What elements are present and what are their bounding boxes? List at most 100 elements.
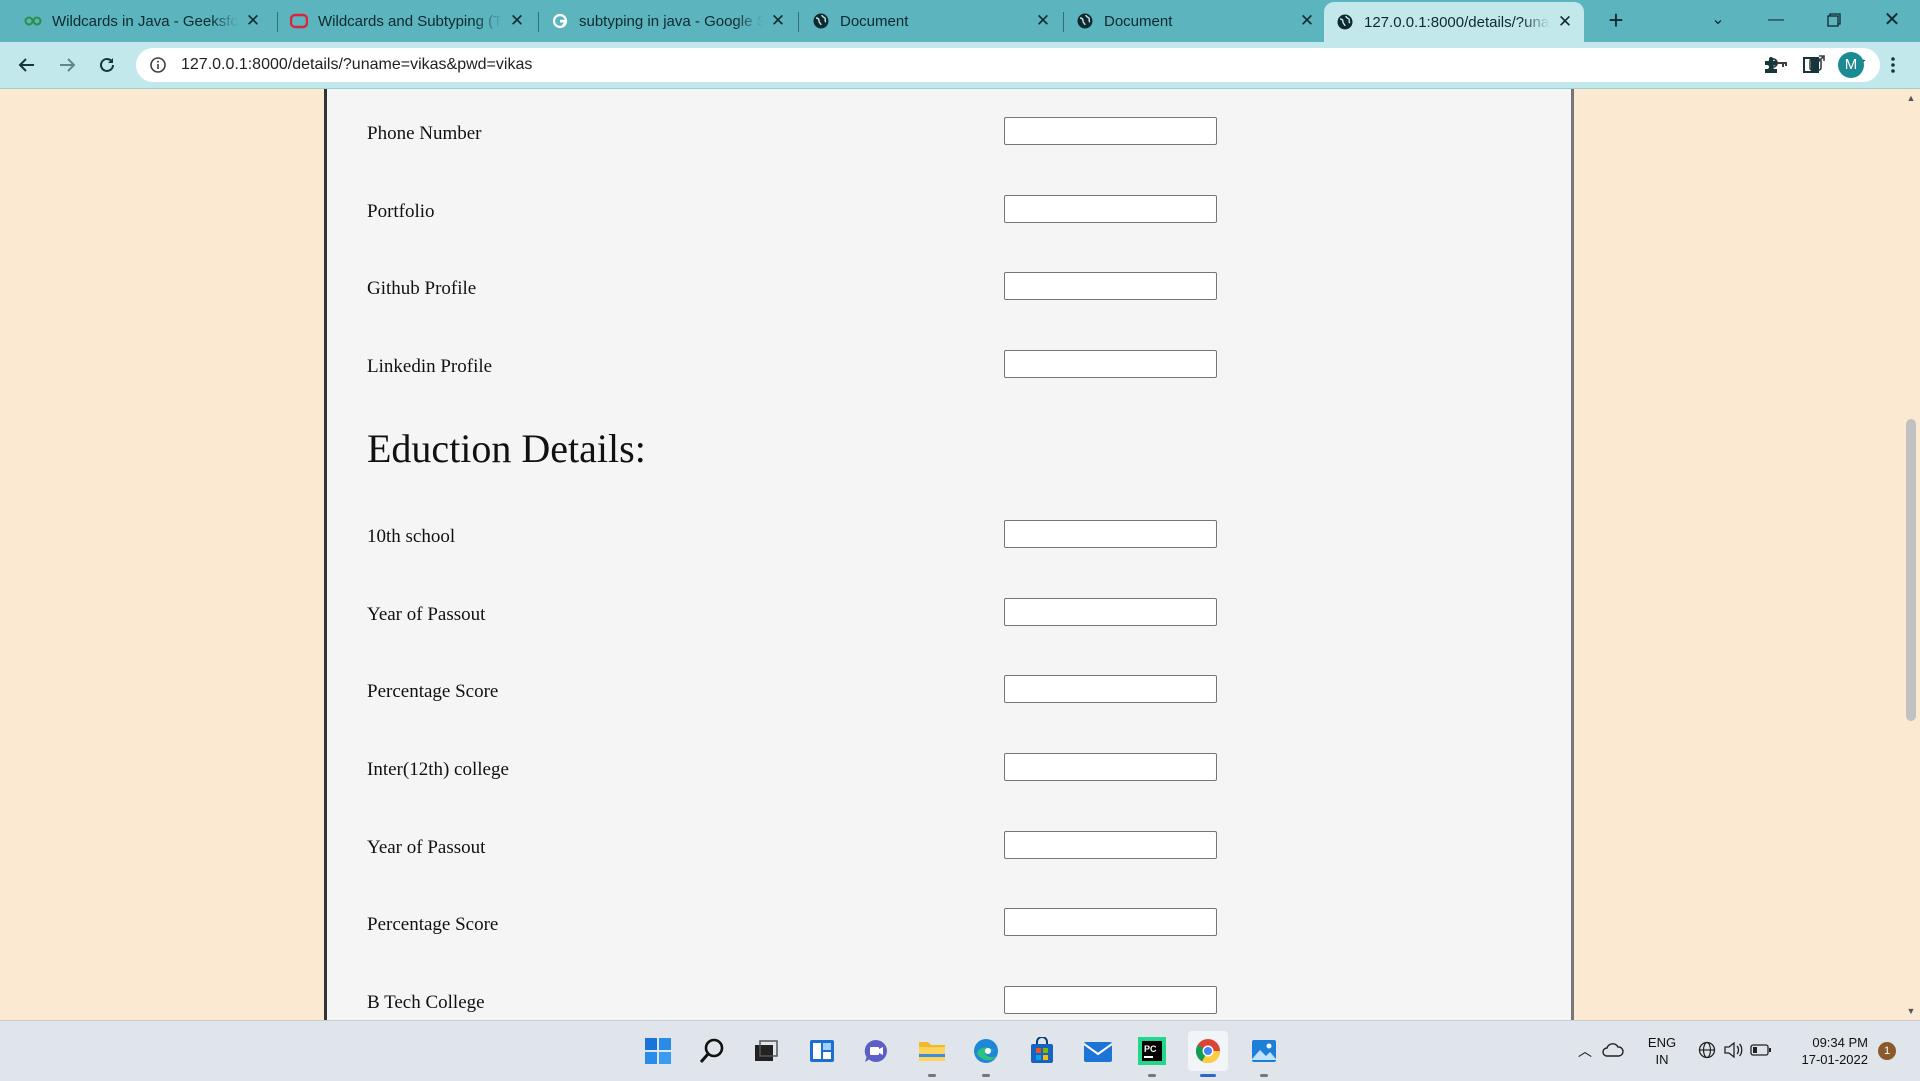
- form-row-inter-college: Inter(12th) college: [367, 753, 1367, 783]
- linkedin-profile-input[interactable]: [1004, 350, 1217, 378]
- form-row-github: Github Profile: [367, 272, 1367, 302]
- site-info-icon: [150, 57, 166, 73]
- form-row-linkedin: Linkedin Profile: [367, 350, 1367, 380]
- phone-number-input[interactable]: [1004, 117, 1217, 145]
- back-button[interactable]: [12, 50, 42, 80]
- forward-arrow-icon: [60, 58, 76, 72]
- opera-red-icon: [290, 12, 308, 30]
- tab-title: Wildcards and Subtyping (The Java: [318, 12, 502, 30]
- edge-browser-icon[interactable]: [966, 1031, 1006, 1077]
- close-tab-icon[interactable]: ✕: [1556, 12, 1574, 32]
- reload-button[interactable]: [92, 50, 122, 80]
- btech-college-input[interactable]: [1004, 986, 1217, 1014]
- scrollbar-thumb[interactable]: [1906, 419, 1916, 721]
- github-profile-input[interactable]: [1004, 272, 1217, 300]
- portfolio-input[interactable]: [1004, 195, 1217, 223]
- battery-icon[interactable]: [1746, 1043, 1776, 1059]
- start-windows-icon[interactable]: [638, 1031, 678, 1071]
- close-tab-icon[interactable]: ✕: [1034, 11, 1052, 31]
- tab-document-1[interactable]: Document ✕: [800, 4, 1062, 38]
- new-tab-button[interactable]: +: [1600, 6, 1632, 36]
- globe-icon: [812, 12, 830, 30]
- back-arrow-icon: [18, 58, 34, 72]
- running-indicator: [982, 1074, 990, 1077]
- kebab-menu-icon: [1891, 57, 1895, 73]
- profile-avatar[interactable]: M: [1836, 50, 1866, 80]
- close-tab-icon[interactable]: ✕: [1298, 11, 1316, 31]
- widgets-icon[interactable]: [802, 1031, 842, 1071]
- system-tray: ︿ ENG IN 09:34 PM 17-01-2022 1: [1572, 1021, 1896, 1081]
- svg-text:PC: PC: [1144, 1044, 1157, 1054]
- address-bar[interactable]: 127.0.0.1:8000/details/?uname=vikas&pwd=…: [136, 48, 1880, 82]
- field-label: Percentage Score: [367, 681, 499, 702]
- search-icon[interactable]: [692, 1031, 732, 1071]
- field-label: Year of Passout: [367, 837, 486, 858]
- field-label: Percentage Score: [367, 914, 499, 935]
- network-globe-icon[interactable]: [1694, 1041, 1720, 1062]
- inter-year-input[interactable]: [1004, 831, 1217, 859]
- tab-google-search[interactable]: subtyping in java - Google Search ✕: [539, 4, 797, 38]
- tab-wildcards-subtyping[interactable]: Wildcards and Subtyping (The Java ✕: [278, 4, 536, 38]
- file-explorer-icon[interactable]: [912, 1031, 952, 1077]
- close-tab-icon[interactable]: ✕: [508, 11, 526, 31]
- scroll-up-arrow-icon[interactable]: ▲: [1906, 93, 1916, 103]
- form-row-inter-year: Year of Passout: [367, 831, 1367, 861]
- tab-strip: Wildcards in Java - GeeksforGeeks ✕ Wild…: [0, 0, 1920, 42]
- forward-button[interactable]: [52, 50, 82, 80]
- active-indicator: [1200, 1074, 1216, 1077]
- clock[interactable]: 09:34 PM 17-01-2022: [1784, 1034, 1869, 1068]
- photos-icon[interactable]: [1244, 1031, 1284, 1077]
- restore-button[interactable]: [1806, 0, 1862, 42]
- notification-badge[interactable]: 1: [1878, 1042, 1896, 1060]
- tab-title: 127.0.0.1:8000/details/?uname=vikas: [1364, 13, 1550, 31]
- tab-title: Wildcards in Java - GeeksforGeeks: [52, 12, 238, 30]
- onedrive-cloud-icon[interactable]: [1598, 1042, 1628, 1061]
- tab-title: subtyping in java - Google Search: [579, 12, 763, 30]
- browser-menu-button[interactable]: [1878, 50, 1908, 80]
- browser-toolbar: 127.0.0.1:8000/details/?uname=vikas&pwd=…: [0, 42, 1920, 89]
- form-row-btech-college: B Tech College: [367, 986, 1367, 1016]
- mail-icon[interactable]: [1078, 1031, 1118, 1071]
- close-window-button[interactable]: ✕: [1864, 0, 1920, 42]
- tab-search-chevron-icon[interactable]: ⌄: [1690, 0, 1746, 42]
- page-scrollbar[interactable]: ▲ ▼: [1902, 89, 1920, 1020]
- volume-icon[interactable]: [1720, 1041, 1746, 1061]
- clock-time: 09:34 PM: [1812, 1035, 1868, 1050]
- language-indicator[interactable]: ENG IN: [1634, 1034, 1690, 1068]
- education-heading: Eduction Details:: [367, 426, 646, 471]
- field-label: Inter(12th) college: [367, 759, 509, 780]
- close-tab-icon[interactable]: ✕: [769, 11, 787, 31]
- form-container: Phone Number Portfolio Github Profile Li…: [324, 89, 1574, 1020]
- tab-details-active[interactable]: 127.0.0.1:8000/details/?uname=vikas ✕: [1324, 2, 1584, 42]
- language-code: ENG: [1647, 1035, 1677, 1050]
- pycharm-icon[interactable]: PC: [1132, 1031, 1172, 1077]
- form-row-10th-year: Year of Passout: [367, 598, 1367, 628]
- chrome-browser-icon[interactable]: [1188, 1031, 1228, 1077]
- google-icon: [551, 12, 569, 30]
- form-row-phone: Phone Number: [367, 117, 1367, 147]
- task-view-icon[interactable]: [746, 1031, 786, 1071]
- tenth-percentage-input[interactable]: [1004, 675, 1217, 703]
- tenth-school-input[interactable]: [1004, 520, 1217, 548]
- close-tab-icon[interactable]: ✕: [244, 11, 262, 31]
- form-row-10th-percentage: Percentage Score: [367, 675, 1367, 705]
- extensions-puzzle-icon[interactable]: [1756, 50, 1786, 80]
- inter-percentage-input[interactable]: [1004, 908, 1217, 936]
- tab-document-2[interactable]: Document ✕: [1064, 4, 1326, 38]
- running-indicator: [928, 1074, 936, 1077]
- tab-title: Document: [840, 12, 909, 30]
- field-label: Linkedin Profile: [367, 356, 493, 377]
- avatar: M: [1838, 52, 1864, 78]
- reload-icon: [100, 57, 114, 72]
- region-code: IN: [1655, 1052, 1669, 1067]
- teams-chat-icon[interactable]: [856, 1031, 896, 1071]
- minimize-button[interactable]: —: [1748, 0, 1804, 42]
- globe-icon: [1076, 12, 1094, 30]
- scroll-down-arrow-icon[interactable]: ▼: [1906, 1006, 1916, 1016]
- microsoft-store-icon[interactable]: [1022, 1031, 1062, 1071]
- tenth-year-input[interactable]: [1004, 598, 1217, 626]
- show-hidden-icons-chevron-icon[interactable]: ︿: [1572, 1041, 1598, 1061]
- side-panel-icon[interactable]: [1796, 50, 1826, 80]
- inter-college-input[interactable]: [1004, 753, 1217, 781]
- tab-geeksforgeeks[interactable]: Wildcards in Java - GeeksforGeeks ✕: [12, 4, 272, 38]
